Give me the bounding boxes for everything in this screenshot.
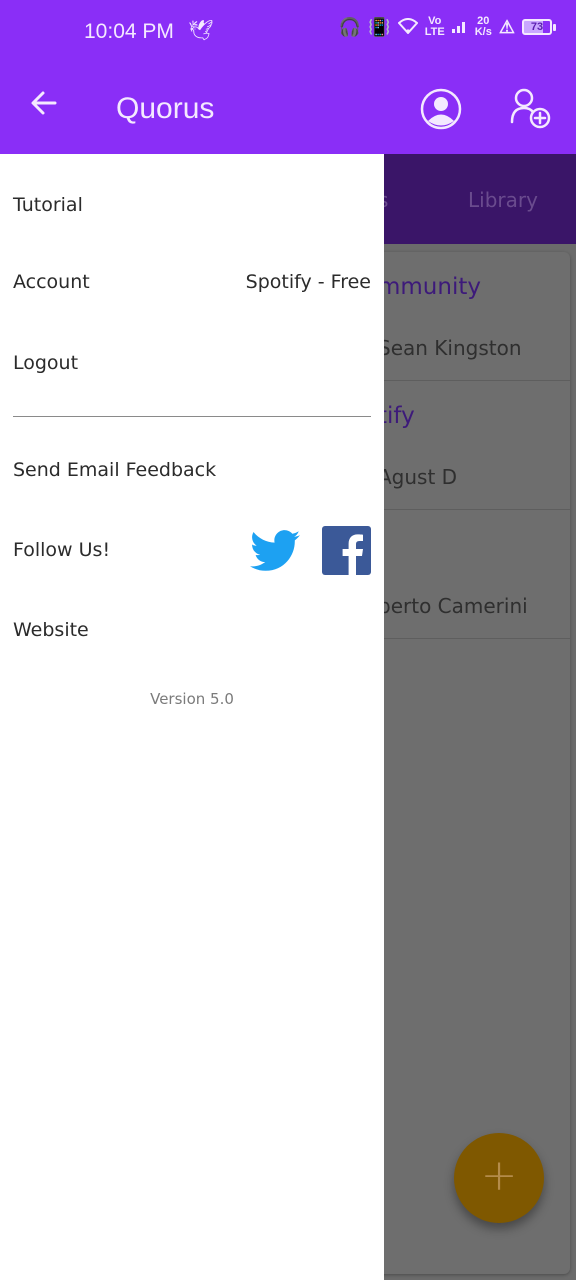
profile-button[interactable] bbox=[420, 88, 462, 130]
account-value: Spotify - Free bbox=[245, 271, 371, 293]
drawer-item-account[interactable]: Account Spotify - Free bbox=[13, 271, 371, 293]
navigation-drawer: Tutorial Account Spotify - Free Logout S… bbox=[0, 154, 384, 1280]
back-button[interactable] bbox=[26, 88, 62, 124]
tab-library[interactable]: Library bbox=[468, 188, 538, 212]
app-title: Quorus bbox=[116, 92, 215, 125]
arrow-left-icon bbox=[31, 91, 57, 115]
vibrate-icon: 📳 bbox=[368, 17, 391, 37]
headphones-icon: 🎧 bbox=[338, 17, 362, 37]
status-icons: 🎧 📳 Vo LTE 20 K/s ⚠ 73 bbox=[339, 16, 556, 38]
drawer-item-send-feedback[interactable]: Send Email Feedback bbox=[13, 459, 371, 481]
drawer-item-website[interactable]: Website bbox=[13, 619, 371, 641]
drawer-item-label: Send Email Feedback bbox=[13, 459, 217, 481]
battery-indicator: 73 bbox=[522, 19, 556, 35]
flask-icon: ⚠ bbox=[498, 17, 515, 37]
person-add-icon bbox=[510, 88, 551, 129]
drawer-item-tutorial[interactable]: Tutorial bbox=[13, 194, 371, 216]
wifi-icon bbox=[397, 17, 419, 37]
drawer-item-logout[interactable]: Logout bbox=[13, 352, 371, 374]
battery-level: 73 bbox=[522, 19, 552, 35]
add-user-button[interactable] bbox=[508, 86, 554, 132]
drawer-item-label: Logout bbox=[13, 352, 79, 374]
add-fab-button[interactable]: + bbox=[454, 1133, 544, 1223]
battery-tip bbox=[553, 23, 556, 31]
status-time: 10:04 PM bbox=[84, 20, 174, 43]
list-item-subtitle: Agust D bbox=[378, 465, 458, 489]
app-bar: Quorus bbox=[0, 66, 576, 154]
drawer-item-label: Website bbox=[13, 619, 89, 641]
drawer-item-follow-us: Follow Us! bbox=[13, 539, 371, 561]
drawer-item-label: Tutorial bbox=[13, 194, 83, 216]
signal-icon bbox=[451, 18, 468, 36]
status-bar: 10:04 PM 🕊 🎧 📳 Vo LTE 20 K/s ⚠ 73 bbox=[0, 0, 576, 66]
account-circle-icon bbox=[420, 88, 462, 130]
facebook-icon[interactable] bbox=[322, 526, 371, 575]
volte-indicator: Vo LTE bbox=[425, 16, 445, 38]
twitter-icon[interactable] bbox=[250, 529, 300, 573]
plus-icon: + bbox=[480, 1150, 518, 1201]
notification-app-icon: 🕊 bbox=[188, 18, 214, 42]
version-label: Version 5.0 bbox=[150, 690, 234, 708]
list-item-title: mmunity bbox=[378, 274, 481, 300]
network-speed: 20 K/s bbox=[475, 16, 492, 38]
drawer-item-label: Follow Us! bbox=[13, 539, 111, 561]
volte-bottom: LTE bbox=[424, 26, 445, 38]
drawer-item-label: Account bbox=[13, 271, 90, 293]
list-item-subtitle: berto Camerini bbox=[378, 594, 528, 618]
drawer-divider bbox=[13, 416, 371, 417]
list-item-subtitle: Sean Kingston bbox=[378, 336, 522, 360]
network-speed-unit: K/s bbox=[474, 26, 492, 38]
